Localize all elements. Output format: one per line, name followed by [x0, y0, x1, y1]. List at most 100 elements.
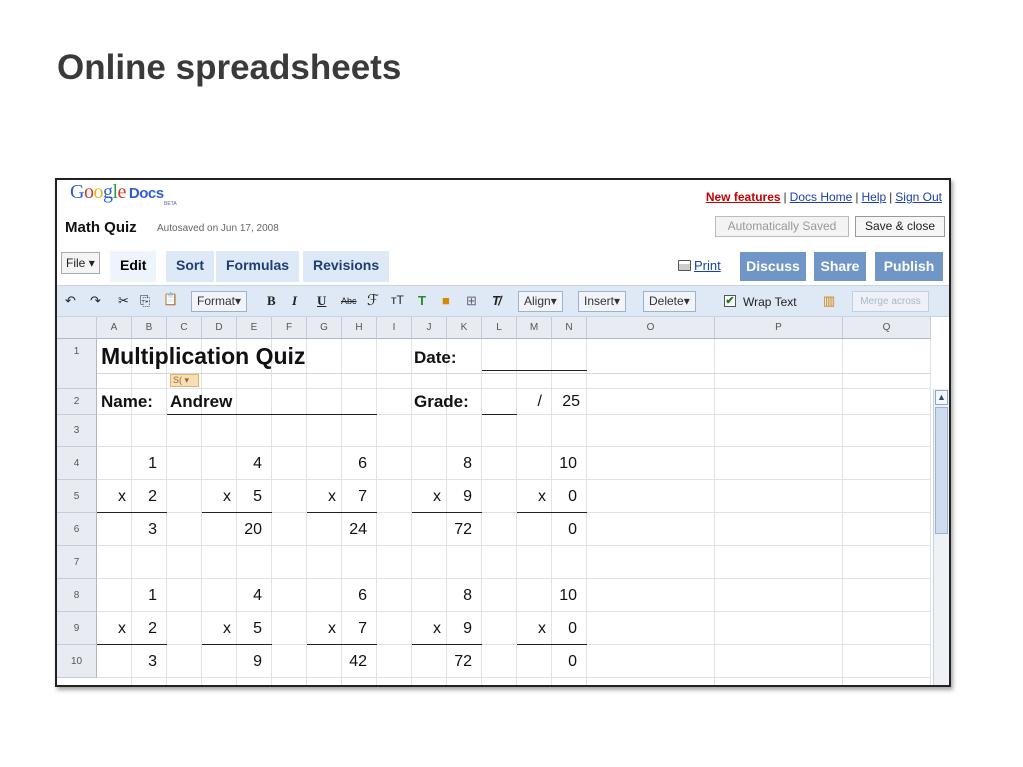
sign-out-link[interactable]: Sign Out [895, 190, 942, 204]
quiz-number-cell[interactable]: 3 [132, 513, 157, 546]
column-header-h[interactable]: H [342, 317, 377, 339]
times-sign-cell[interactable]: x [517, 480, 546, 513]
column-header-k[interactable]: K [447, 317, 482, 339]
quiz-number-cell[interactable]: 9 [447, 480, 472, 513]
column-header-a[interactable]: A [97, 317, 132, 339]
tab-formulas[interactable]: Formulas [216, 251, 300, 282]
column-header-b[interactable]: B [132, 317, 167, 339]
quiz-number-cell[interactable]: 0 [552, 480, 577, 513]
times-sign-cell[interactable]: x [97, 612, 126, 645]
wrap-text-checkbox[interactable]: ✔ [724, 295, 736, 307]
background-color-icon[interactable]: ■ [442, 293, 450, 308]
column-header-e[interactable]: E [237, 317, 272, 339]
align-dropdown[interactable]: Align▾ [518, 291, 563, 312]
column-header-q[interactable]: Q [843, 317, 931, 339]
quiz-number-cell[interactable]: 3 [132, 645, 157, 678]
times-sign-cell[interactable]: x [412, 612, 441, 645]
column-header-o[interactable]: O [587, 317, 715, 339]
spreadsheet-grid[interactable]: A B C D E F G H I J K L M N O P Q 1 2 3 4 5 6 7 8 9 10 Multiplicati… [57, 317, 949, 685]
quiz-number-cell[interactable]: 7 [342, 612, 367, 645]
corner-header[interactable] [57, 317, 97, 339]
column-header-l[interactable]: L [482, 317, 517, 339]
delete-dropdown[interactable]: Delete▾ [643, 291, 696, 312]
times-sign-cell[interactable]: x [202, 480, 231, 513]
row-header-2[interactable]: 2 [57, 389, 97, 415]
quiz-number-cell[interactable]: 0 [552, 513, 577, 546]
publish-button[interactable]: Publish [875, 252, 943, 281]
quiz-number-cell[interactable]: 24 [342, 513, 367, 546]
row-header-10[interactable]: 10 [57, 645, 97, 678]
quiz-number-cell[interactable]: 9 [237, 645, 262, 678]
column-header-p[interactable]: P [715, 317, 843, 339]
cut-icon[interactable]: ✂ [118, 293, 129, 309]
quiz-number-cell[interactable]: 5 [237, 480, 262, 513]
row-header-7[interactable]: 7 [57, 546, 97, 579]
quiz-number-cell[interactable]: 8 [447, 579, 472, 612]
strikethrough-icon[interactable]: Abc [341, 296, 357, 306]
quiz-number-cell[interactable]: 2 [132, 480, 157, 513]
tab-revisions[interactable]: Revisions [303, 251, 390, 282]
grade-slash-cell[interactable]: / [517, 389, 542, 415]
quiz-number-cell[interactable]: 0 [552, 645, 577, 678]
grade-total-cell[interactable]: 25 [552, 389, 580, 415]
sheet-title-cell[interactable]: Multiplication Quiz [101, 341, 381, 371]
column-header-j[interactable]: J [412, 317, 447, 339]
column-header-m[interactable]: M [517, 317, 552, 339]
quiz-number-cell[interactable]: 4 [237, 579, 262, 612]
tab-edit[interactable]: Edit [110, 251, 157, 282]
bold-icon[interactable]: B [267, 293, 276, 309]
italic-icon[interactable]: I [292, 293, 297, 309]
insert-dropdown[interactable]: Insert▾ [578, 291, 627, 312]
vertical-scrollbar[interactable]: ▲ [933, 389, 949, 685]
help-link[interactable]: Help [861, 190, 886, 204]
document-title[interactable]: Math Quiz [65, 219, 137, 236]
quiz-number-cell[interactable]: 72 [447, 645, 472, 678]
file-menu[interactable]: File ▾ [61, 252, 100, 274]
format-dropdown[interactable]: Format▾ [191, 291, 248, 312]
quiz-number-cell[interactable]: 0 [552, 612, 577, 645]
undo-icon[interactable]: ↶ [65, 293, 76, 309]
times-sign-cell[interactable]: x [97, 480, 126, 513]
row-header-5[interactable]: 5 [57, 480, 97, 513]
copy-icon[interactable]: ⎘ [140, 293, 150, 309]
times-sign-cell[interactable]: x [307, 612, 336, 645]
row-header-3[interactable]: 3 [57, 415, 97, 447]
grade-label-cell[interactable]: Grade: [414, 389, 484, 415]
column-header-c[interactable]: C [167, 317, 202, 339]
quiz-number-cell[interactable]: 7 [342, 480, 367, 513]
underline-icon[interactable]: U [317, 293, 326, 309]
quiz-number-cell[interactable]: 2 [132, 612, 157, 645]
row-header-9[interactable]: 9 [57, 612, 97, 645]
clear-format-icon[interactable]: T̸ [492, 293, 500, 308]
date-label-cell[interactable]: Date: [414, 344, 484, 372]
column-header-i[interactable]: I [377, 317, 412, 339]
name-value-cell[interactable]: Andrew [170, 389, 280, 415]
quiz-number-cell[interactable]: 8 [447, 447, 472, 480]
times-sign-cell[interactable]: x [412, 480, 441, 513]
column-header-n[interactable]: N [552, 317, 587, 339]
quiz-number-cell[interactable]: 42 [342, 645, 367, 678]
quiz-number-cell[interactable]: 1 [132, 579, 157, 612]
print-link[interactable]: Print [678, 258, 721, 273]
quiz-number-cell[interactable]: 4 [237, 447, 262, 480]
share-button[interactable]: Share [814, 252, 866, 281]
borders-icon[interactable]: ⊞ [466, 293, 477, 309]
times-sign-cell[interactable]: x [517, 612, 546, 645]
quiz-number-cell[interactable]: 6 [342, 447, 367, 480]
quiz-number-cell[interactable]: 6 [342, 579, 367, 612]
row-header-1[interactable]: 1 [57, 339, 97, 389]
scrollbar-thumb[interactable] [935, 407, 948, 534]
sort-dropdown-badge[interactable]: S( ▾ [170, 374, 199, 387]
docs-home-link[interactable]: Docs Home [790, 190, 853, 204]
quiz-number-cell[interactable]: 10 [552, 579, 577, 612]
google-docs-logo[interactable]: Google Docs [70, 181, 164, 204]
tab-sort[interactable]: Sort [166, 251, 214, 282]
paste-icon[interactable]: 📋 [163, 292, 178, 306]
times-sign-cell[interactable]: x [202, 612, 231, 645]
text-color-icon[interactable]: T [418, 293, 426, 308]
font-icon[interactable]: ℱ [367, 291, 379, 309]
quiz-number-cell[interactable]: 10 [552, 447, 577, 480]
quiz-number-cell[interactable]: 5 [237, 612, 262, 645]
insert-chart-icon[interactable]: ▥ [823, 293, 835, 309]
row-header-8[interactable]: 8 [57, 579, 97, 612]
